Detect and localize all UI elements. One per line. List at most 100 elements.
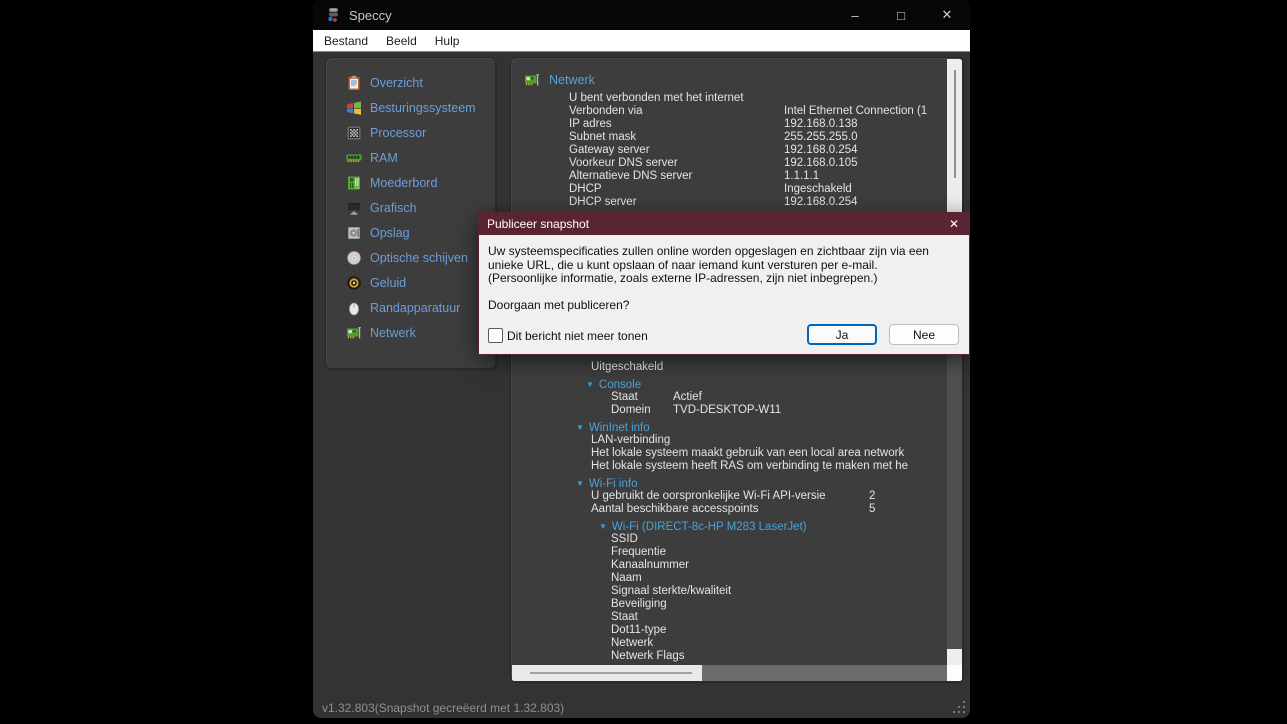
menu-bar: Bestand Beeld Hulp [313, 30, 970, 52]
tree-row: SSID [511, 533, 947, 546]
sidebar-item-label: Besturingssysteem [370, 100, 476, 115]
sidebar-item-label: Moederbord [370, 175, 438, 190]
tree-row: Signaal sterkte/kwaliteit [511, 585, 947, 598]
row-label: Staat [611, 611, 638, 623]
yes-button[interactable]: Ja [807, 324, 877, 345]
row-value: 2 [869, 490, 876, 502]
sidebar-item-optische-schijven[interactable]: Optische schijven [326, 245, 496, 270]
tree-row: Het lokale systeem maakt gebruik van een… [511, 447, 947, 460]
tree-section-header[interactable]: ▼ Wi-Fi info [511, 477, 947, 490]
tree-section-header[interactable]: ▼ WinInet info [511, 421, 947, 434]
vertical-scrollbar-bottom[interactable] [947, 649, 962, 665]
tree-row: DHCP Ingeschakeld [511, 183, 947, 196]
disc-icon [346, 250, 362, 266]
row-label: DHCP server [569, 196, 637, 208]
row-label: SSID [611, 533, 638, 545]
row-label: Frequentie [611, 546, 666, 558]
row-label: Voorkeur DNS server [569, 157, 678, 169]
tree-row: Dot11-type [511, 624, 947, 637]
sidebar-item-processor[interactable]: Processor [326, 120, 496, 145]
menu-bestand[interactable]: Bestand [315, 30, 377, 51]
row-value: TVD-DESKTOP-W11 [673, 404, 782, 416]
dont-show-again-checkbox[interactable] [488, 328, 503, 343]
sidebar-item-netwerk[interactable]: Netwerk [326, 320, 496, 345]
row-label: Subnet mask [569, 131, 637, 143]
horizontal-scrollbar-thumb[interactable] [512, 665, 702, 681]
sidebar-item-grafisch[interactable]: Grafisch [326, 195, 496, 220]
tree-row: Naam [511, 572, 947, 585]
cpu-icon [346, 125, 362, 141]
tree-row: Uitgeschakeld [511, 361, 947, 374]
speccy-window: Speccy – □ ✕ Bestand Beeld Hulp Overzicht B… [313, 0, 970, 718]
sidebar-item-label: Optische schijven [370, 250, 468, 265]
row-value: 1.1.1.1 [784, 170, 820, 182]
sidebar-item-label: Opslag [370, 225, 410, 240]
row-label: Naam [611, 572, 642, 584]
sidebar-item-moederbord[interactable]: Moederbord [326, 170, 496, 195]
row-label: Het lokale systeem heeft RAS om verbindi… [591, 460, 909, 472]
network-section-header: Netwerk [524, 72, 595, 88]
row-value: 192.168.0.105 [784, 157, 858, 169]
window-controls: – □ ✕ [832, 0, 970, 30]
tree-section-header[interactable]: ▼ Console [511, 378, 947, 391]
row-label: Staat [611, 391, 638, 403]
row-label: Wi-Fi (DIRECT-8c-HP M283 LaserJet) [611, 521, 807, 533]
tree-row: DHCP server 192.168.0.254 [511, 196, 947, 209]
network-icon [524, 72, 540, 88]
tree-row: Domein TVD-DESKTOP-W11 [511, 404, 947, 417]
motherboard-icon [346, 175, 362, 191]
collapse-arrow-icon[interactable]: ▼ [599, 520, 607, 533]
maximize-button[interactable]: □ [878, 0, 924, 30]
row-value: 255.255.255.0 [784, 131, 858, 143]
row-value: 192.168.0.138 [784, 118, 858, 130]
network-icon [346, 325, 362, 341]
title-bar: Speccy – □ ✕ [313, 0, 970, 30]
sidebar-item-randapparatuur[interactable]: Randapparatuur [326, 295, 496, 320]
tree-row: Staat [511, 611, 947, 624]
tree-row: Aantal beschikbare accesspoints 5 [511, 503, 947, 516]
sidebar-item-besturingssysteem[interactable]: Besturingssysteem [326, 95, 496, 120]
scrollbar-corner [947, 665, 962, 681]
sidebar-item-label: Overzicht [370, 75, 423, 90]
collapse-arrow-icon[interactable]: ▼ [576, 421, 584, 434]
row-label: Beveiliging [611, 598, 667, 610]
tree-row: U bent verbonden met het internet [511, 92, 947, 105]
sidebar-item-overzicht[interactable]: Overzicht [326, 70, 496, 95]
menu-beeld[interactable]: Beeld [377, 30, 426, 51]
tree-row: IP adres 192.168.0.138 [511, 118, 947, 131]
minimize-button[interactable]: – [832, 0, 878, 30]
sidebar-item-opslag[interactable]: Opslag [326, 220, 496, 245]
row-label: Uitgeschakeld [591, 361, 664, 373]
dialog-question: Doorgaan met publiceren? [488, 297, 630, 312]
network-detail-tree: U bent verbonden met het internet Verbond… [511, 92, 947, 663]
sidebar-item-label: Netwerk [370, 325, 416, 340]
row-label: IP adres [569, 118, 612, 130]
row-label: U bent verbonden met het internet [569, 92, 744, 104]
row-value: Ingeschakeld [784, 183, 852, 195]
sidebar-panel: Overzicht Besturingssysteem Processor RAM Mo… [325, 57, 497, 370]
horizontal-scrollbar[interactable] [512, 665, 947, 681]
row-label: Netwerk [611, 637, 654, 649]
row-value: 192.168.0.254 [784, 196, 858, 208]
tree-row: Voorkeur DNS server 192.168.0.105 [511, 157, 947, 170]
resize-grip[interactable] [951, 699, 965, 713]
speaker-icon [346, 275, 362, 291]
collapse-arrow-icon[interactable]: ▼ [586, 378, 594, 391]
collapse-arrow-icon[interactable]: ▼ [576, 477, 584, 490]
tree-row: U gebruikt de oorspronkelijke Wi-Fi API-… [511, 490, 947, 503]
network-section-title: Netwerk [549, 73, 595, 87]
windows-icon [346, 100, 362, 116]
vertical-scrollbar[interactable] [947, 59, 962, 665]
sidebar-item-label: RAM [370, 150, 398, 165]
sidebar-item-label: Processor [370, 125, 427, 140]
sidebar-item-geluid[interactable]: Geluid [326, 270, 496, 295]
status-bar-text: v1.32.803(Snapshot gecreëerd met 1.32.80… [322, 701, 565, 715]
sidebar-item-label: Randapparatuur [370, 300, 461, 315]
sidebar-item-ram[interactable]: RAM [326, 145, 496, 170]
tree-section-header[interactable]: ▼ Wi-Fi (DIRECT-8c-HP M283 LaserJet) [511, 520, 947, 533]
no-button[interactable]: Nee [889, 324, 959, 345]
dialog-message-line2: (Persoonlijke informatie, zoals externe … [488, 271, 878, 285]
close-button[interactable]: ✕ [924, 0, 970, 30]
dialog-close-icon[interactable]: ✕ [939, 213, 969, 235]
menu-hulp[interactable]: Hulp [426, 30, 469, 51]
